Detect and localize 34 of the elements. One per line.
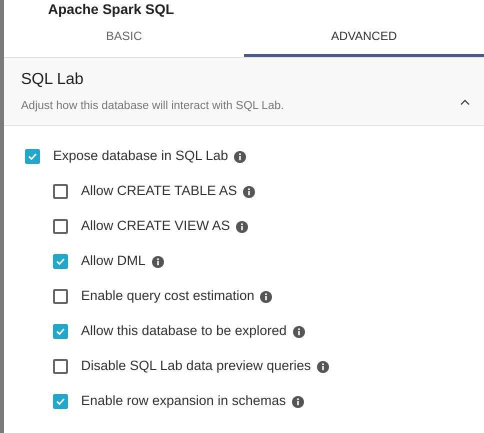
checkbox[interactable]	[53, 289, 68, 304]
tab[interactable]: BASIC	[4, 18, 244, 57]
option-label: Allow this database to be explored	[81, 322, 287, 340]
section-description: Adjust how this database will interact with SQL Lab.	[21, 98, 285, 114]
checkmark-icon	[28, 153, 37, 160]
option-label: Disable SQL Lab data preview queries	[81, 357, 311, 376]
info-icon[interactable]	[236, 220, 248, 232]
chevron-up-icon[interactable]	[460, 98, 470, 104]
checkbox[interactable]	[53, 184, 68, 199]
section-header[interactable]: SQL Lab Adjust how this database will interact with SQL Lab.	[4, 58, 484, 126]
option-label: Allow CREATE VIEW AS	[81, 217, 230, 236]
checkbox[interactable]	[53, 394, 68, 409]
checkbox[interactable]	[53, 324, 68, 339]
info-icon[interactable]	[292, 326, 305, 338]
option-label: Allow DML	[81, 252, 146, 270]
info-icon[interactable]	[234, 150, 246, 162]
info-icon[interactable]	[260, 290, 272, 302]
checkbox[interactable]	[53, 359, 68, 374]
option-label: Expose database in SQL Lab	[53, 147, 228, 166]
checkbox[interactable]	[53, 254, 68, 269]
checkbox[interactable]	[25, 149, 40, 164]
info-icon[interactable]	[316, 360, 329, 372]
option-label: Enable row expansion in schemas	[81, 392, 286, 410]
checkmark-icon	[56, 258, 65, 265]
option-label: Allow CREATE TABLE AS	[81, 182, 238, 200]
option-label: Enable query cost estimation	[81, 287, 254, 306]
modal-title: Apache Spark SQL	[48, 0, 174, 18]
info-icon[interactable]	[292, 396, 304, 408]
checkmark-icon	[56, 328, 65, 335]
section-title: SQL Lab	[21, 70, 85, 90]
info-icon[interactable]	[152, 256, 164, 268]
checkbox[interactable]	[53, 219, 68, 234]
info-icon[interactable]	[243, 186, 256, 198]
checkmark-icon	[56, 398, 65, 405]
